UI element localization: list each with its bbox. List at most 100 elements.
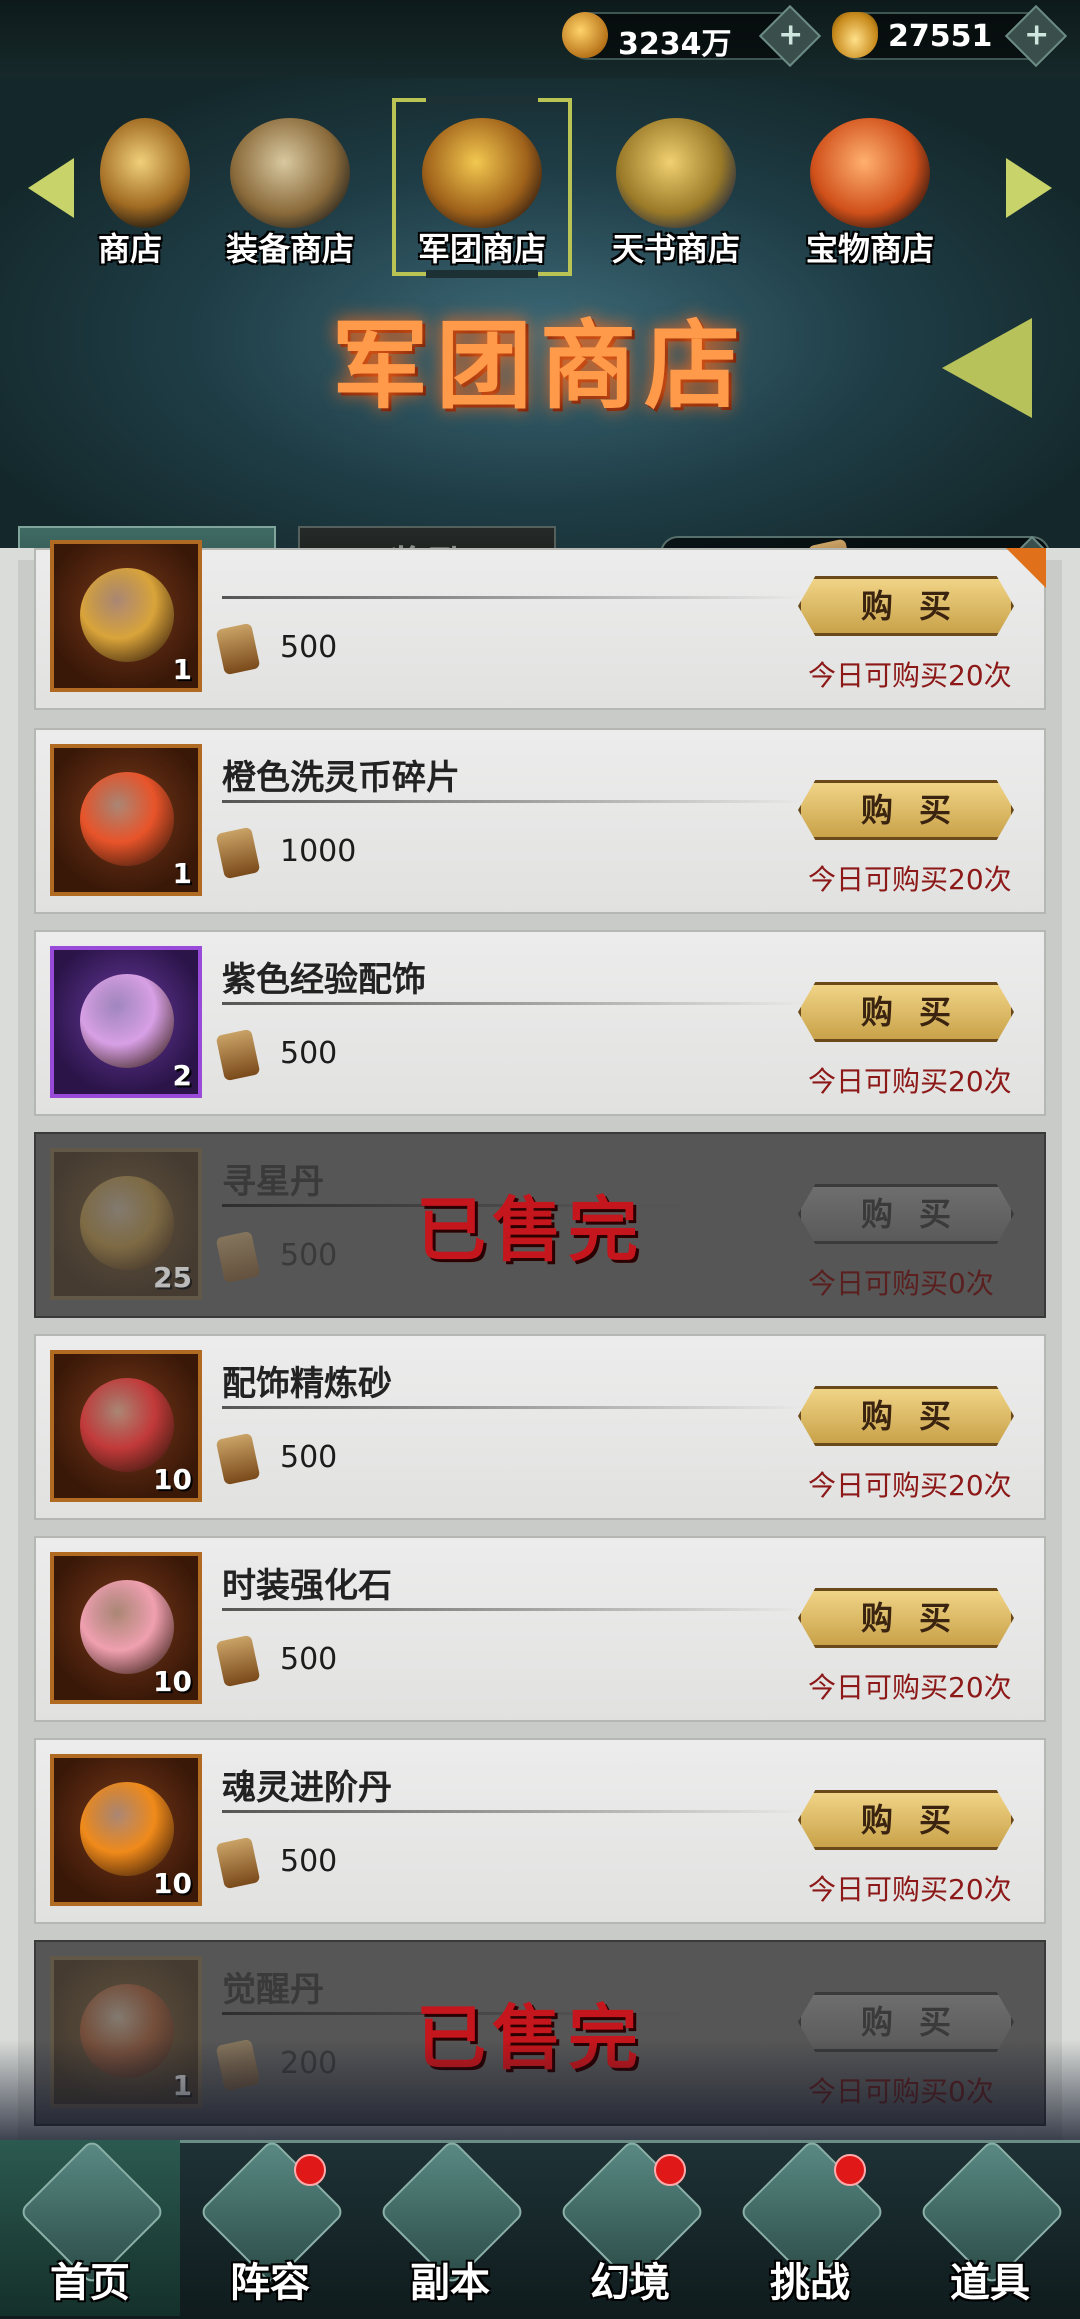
item-quantity: 1	[172, 857, 192, 890]
purchase-limit: 今日可购买20次	[808, 1671, 1012, 1704]
item-name: 紫色经验配饰	[222, 960, 426, 1000]
item-quantity: 2	[172, 1059, 192, 1092]
copper-coin-icon	[562, 12, 608, 58]
qualification-scroll-icon	[215, 1634, 261, 1688]
item-row: 10 魂灵进阶丹 500 购买 今日可购买20次	[34, 1738, 1046, 1924]
purchase-limit: 今日可购买20次	[808, 1065, 1012, 1098]
item-icon-frame[interactable]: 1	[50, 744, 202, 896]
nav-label: 幻境	[590, 2260, 670, 2306]
gold-ingot-icon	[832, 12, 878, 58]
copper-value: 3234万	[618, 27, 732, 62]
nav-item-challenge[interactable]: 挑战	[730, 2138, 890, 2310]
item-name-divider	[222, 1810, 802, 1813]
nav-item-lineup[interactable]: 阵容	[190, 2138, 350, 2310]
item-row: 1 橙色洗灵币碎片 1000 购买 今日可购买20次	[34, 728, 1046, 914]
item-row: 2 紫色经验配饰 500 购买 今日可购买20次	[34, 930, 1046, 1116]
purchase-limit: 今日可购买0次	[808, 1267, 994, 1300]
item-price: 1000	[280, 834, 357, 869]
buy-button[interactable]: 购买	[798, 1588, 1014, 1648]
shop-tab-heavenly-book[interactable]: 天书商店	[586, 108, 766, 278]
add-copper-button[interactable]: +	[758, 4, 822, 68]
star-pill-icon	[80, 1176, 174, 1270]
shop-tab-equipment[interactable]: 装备商店	[200, 108, 380, 278]
nav-item-home[interactable]: 首页	[10, 2138, 170, 2310]
list-fade	[0, 2040, 1080, 2150]
gold-value: 27551	[888, 19, 993, 54]
item-icon-frame[interactable]: 2	[50, 946, 202, 1098]
shop-tab-treasure[interactable]: 宝物商店	[780, 108, 960, 278]
notification-dot-icon	[294, 2154, 326, 2186]
item-name-divider	[222, 1608, 802, 1611]
shop-tab-general[interactable]: 商店	[40, 108, 220, 278]
item-row: 10 配饰精炼砂 500 购买 今日可购买20次	[34, 1334, 1046, 1520]
purchase-limit: 今日可购买20次	[808, 1469, 1012, 1502]
buy-button[interactable]: 购买	[798, 982, 1014, 1042]
buy-button[interactable]: 购买	[798, 780, 1014, 840]
item-name: 魂灵进阶丹	[222, 1768, 392, 1808]
item-price: 500	[280, 1440, 338, 1475]
purple-ring-icon	[80, 974, 174, 1068]
item-name-divider	[222, 800, 802, 803]
purchase-limit: 今日可购买20次	[808, 1873, 1012, 1906]
nav-label: 挑战	[770, 2260, 850, 2306]
item-name: 时装强化石	[222, 1566, 392, 1606]
shop-header: 商店 装备商店 军团商店 天书商店 宝物商店 军团商店 商店 奖励 资历 222…	[0, 78, 1080, 604]
item-price: 500	[280, 1844, 338, 1879]
nav-item-dungeon[interactable]: 副本	[370, 2138, 530, 2310]
qualification-scroll-icon	[215, 1432, 261, 1486]
gold-currency: 27551 +	[832, 4, 1068, 68]
refining-sand-icon	[80, 1378, 174, 1472]
buy-button[interactable]: 购买	[798, 1790, 1014, 1850]
item-price: 500	[280, 1036, 338, 1071]
buy-button[interactable]: 购买	[798, 1386, 1014, 1446]
equipment-shop-icon	[230, 118, 350, 228]
notification-dot-icon	[654, 2154, 686, 2186]
qualification-scroll-icon	[215, 622, 261, 676]
legion-emblem-icon	[942, 318, 1032, 418]
item-row: 10 时装强化石 500 购买 今日可购买20次	[34, 1536, 1046, 1722]
item-icon-frame[interactable]: 1	[50, 540, 202, 692]
buy-button: 购买	[798, 1184, 1014, 1244]
qualification-scroll-icon	[215, 1230, 261, 1284]
corner-ribbon-icon	[1006, 548, 1046, 588]
currency-bar: 3234万 + 27551 +	[0, 0, 1080, 78]
item-price: 500	[280, 1642, 338, 1677]
next-shop-arrow-icon[interactable]	[1006, 158, 1052, 218]
sold-out-label: 已售完	[416, 1188, 644, 1271]
item-price: 500	[280, 1238, 338, 1273]
qualification-scroll-icon	[215, 1028, 261, 1082]
item-name: 觉醒丹	[222, 1970, 324, 2010]
general-shop-icon	[100, 118, 190, 228]
add-gold-button[interactable]: +	[1004, 4, 1068, 68]
selected-shop-frame	[392, 96, 572, 278]
qualification-scroll-icon	[215, 1836, 261, 1890]
treasure-chest-icon	[80, 568, 174, 662]
purchase-limit: 今日可购买20次	[808, 863, 1012, 896]
item-icon-frame[interactable]: 10	[50, 1350, 202, 1502]
item-name-divider	[222, 596, 802, 599]
item-row: 1 500 购买 今日可购买20次	[34, 540, 1046, 710]
nav-label: 副本	[410, 2260, 490, 2306]
item-name: 橙色洗灵币碎片	[222, 758, 460, 798]
item-icon-frame[interactable]: 25	[50, 1148, 202, 1300]
item-icon-frame[interactable]: 10	[50, 1754, 202, 1906]
item-name-divider	[222, 1002, 802, 1005]
nav-item-items[interactable]: 道具	[910, 2138, 1070, 2310]
buy-button[interactable]: 购买	[798, 576, 1014, 636]
item-quantity: 10	[153, 1665, 192, 1698]
copper-currency: 3234万 +	[562, 4, 822, 68]
item-price: 500	[280, 630, 338, 665]
item-name-divider	[222, 1406, 802, 1409]
soul-pill-icon	[80, 1782, 174, 1876]
item-icon-frame[interactable]: 10	[50, 1552, 202, 1704]
item-name: 寻星丹	[222, 1162, 324, 1202]
item-quantity: 1	[172, 653, 192, 686]
item-name: 配饰精炼砂	[222, 1364, 392, 1404]
item-row: 25 寻星丹 500 购买 今日可购买0次 已售完	[34, 1132, 1046, 1318]
nav-item-illusion[interactable]: 幻境	[550, 2138, 710, 2310]
heavenly-book-shop-icon	[616, 118, 736, 228]
treasure-shop-icon	[810, 118, 930, 228]
item-quantity: 25	[153, 1261, 192, 1294]
nav-label: 阵容	[230, 2260, 310, 2306]
nav-label: 道具	[950, 2260, 1030, 2306]
